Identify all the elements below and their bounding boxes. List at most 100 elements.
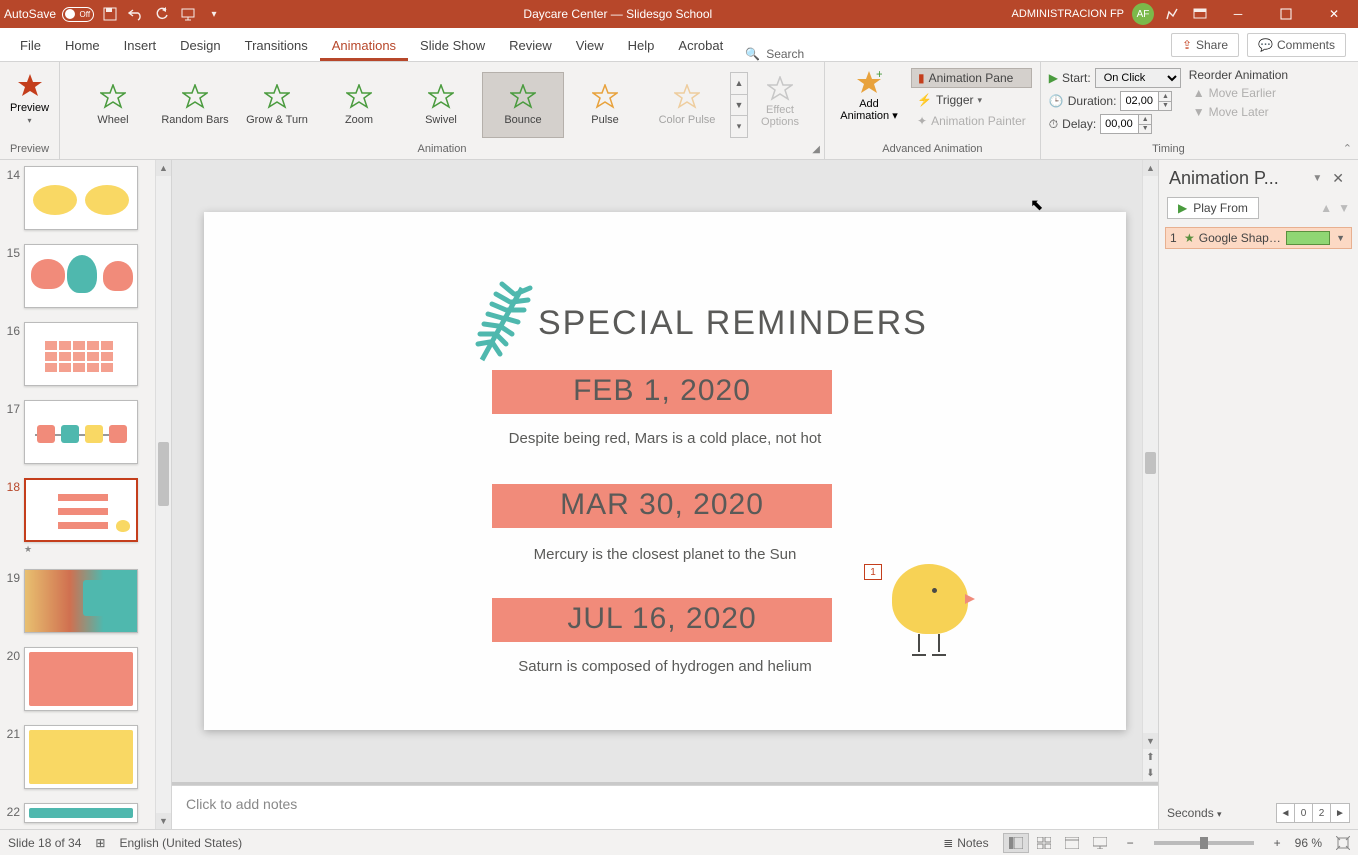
prev-slide-icon[interactable]: ⬆ bbox=[1143, 749, 1158, 765]
timeline-pager[interactable]: ◄ 0 2 ► bbox=[1276, 803, 1350, 823]
anim-grow-turn[interactable]: Grow & Turn bbox=[236, 72, 318, 138]
save-icon[interactable] bbox=[100, 4, 120, 24]
delay-input[interactable] bbox=[1100, 114, 1138, 134]
thumbnail-scrollbar[interactable]: ▲▼ bbox=[155, 160, 171, 829]
slide-title: SPECIAL REMINDERS bbox=[538, 304, 928, 343]
menu-animations[interactable]: Animations bbox=[320, 32, 408, 61]
zoom-in-button[interactable]: + bbox=[1274, 836, 1281, 850]
language-indicator[interactable]: English (United States) bbox=[119, 836, 242, 850]
reading-view-button[interactable] bbox=[1059, 833, 1085, 853]
pane-menu-icon[interactable]: ▼ bbox=[1312, 173, 1322, 184]
scroll-down-icon[interactable]: ▼ bbox=[156, 813, 171, 829]
zoom-level[interactable]: 96 % bbox=[1295, 836, 1322, 850]
menu-transitions[interactable]: Transitions bbox=[233, 32, 320, 61]
anim-indicator-icon: ★ bbox=[24, 544, 138, 555]
coming-soon-icon[interactable] bbox=[1162, 4, 1182, 24]
preview-button[interactable]: Preview ▾ bbox=[10, 66, 49, 125]
qat-more-icon[interactable]: ▾ bbox=[204, 4, 224, 24]
duration-icon: 🕒 bbox=[1049, 94, 1064, 108]
duration-input[interactable] bbox=[1120, 91, 1158, 111]
accessibility-icon[interactable]: ⊞ bbox=[95, 836, 105, 850]
scroll-up-icon[interactable]: ▲ bbox=[156, 160, 171, 176]
menu-file[interactable]: File bbox=[8, 32, 53, 61]
thumb-21[interactable] bbox=[24, 725, 138, 789]
search-box[interactable]: 🔍 Search bbox=[735, 47, 814, 61]
normal-view-icon bbox=[1009, 837, 1023, 849]
maximize-button[interactable] bbox=[1266, 3, 1306, 25]
duration-stepper[interactable]: ▲▼ bbox=[1158, 91, 1172, 111]
thumb-22[interactable] bbox=[24, 803, 138, 823]
anim-bounce[interactable]: Bounce bbox=[482, 72, 564, 138]
preview-icon bbox=[16, 72, 44, 100]
user-avatar[interactable]: AF bbox=[1132, 3, 1154, 25]
collapse-ribbon-button[interactable]: ⌃ bbox=[1343, 142, 1352, 155]
slideshow-view-button[interactable] bbox=[1087, 833, 1113, 853]
thumb-20[interactable] bbox=[24, 647, 138, 711]
notes-area[interactable]: Click to add notes bbox=[172, 785, 1158, 829]
pager-prev-icon[interactable]: ◄ bbox=[1277, 804, 1295, 822]
chick-shape[interactable] bbox=[892, 564, 968, 634]
gallery-scroll[interactable]: ▲▼▾ bbox=[730, 72, 748, 138]
animation-pane-button[interactable]: ▮Animation Pane bbox=[911, 68, 1032, 88]
gallery-more-icon[interactable]: ▾ bbox=[731, 116, 747, 137]
share-button[interactable]: ⇪Share bbox=[1171, 33, 1239, 57]
start-select[interactable]: On Click bbox=[1095, 68, 1181, 88]
sorter-view-button[interactable] bbox=[1031, 833, 1057, 853]
thumb-15[interactable] bbox=[24, 244, 138, 308]
menu-design[interactable]: Design bbox=[168, 32, 232, 61]
pane-close-button[interactable]: ✕ bbox=[1328, 170, 1348, 187]
undo-icon[interactable] bbox=[126, 4, 146, 24]
thumb-17[interactable] bbox=[24, 400, 138, 464]
animation-tag[interactable]: 1 bbox=[864, 564, 882, 580]
scroll-down-icon[interactable]: ▼ bbox=[1143, 733, 1158, 749]
gallery-up-icon[interactable]: ▲ bbox=[731, 73, 747, 95]
menu-acrobat[interactable]: Acrobat bbox=[666, 32, 735, 61]
animation-painter-button: ✦Animation Painter bbox=[911, 112, 1032, 130]
anim-zoom[interactable]: Zoom bbox=[318, 72, 400, 138]
scroll-up-icon[interactable]: ▲ bbox=[1143, 160, 1158, 176]
group-label-advanced: Advanced Animation bbox=[882, 141, 982, 157]
seconds-label[interactable]: Seconds ▾ bbox=[1167, 806, 1272, 820]
autosave-toggle[interactable]: AutoSave Off bbox=[4, 7, 94, 22]
thumb-16[interactable] bbox=[24, 322, 138, 386]
menu-review[interactable]: Review bbox=[497, 32, 564, 61]
add-animation-button[interactable]: + AddAnimation ▾ bbox=[833, 66, 905, 130]
animation-dialog-launcher[interactable]: ◢ bbox=[812, 144, 820, 155]
gallery-down-icon[interactable]: ▼ bbox=[731, 95, 747, 117]
notes-button[interactable]: ≣Notes bbox=[943, 836, 988, 850]
present-icon[interactable] bbox=[178, 4, 198, 24]
menu-slideshow[interactable]: Slide Show bbox=[408, 32, 497, 61]
next-slide-icon[interactable]: ⬇ bbox=[1143, 765, 1158, 781]
menu-view[interactable]: View bbox=[564, 32, 616, 61]
entry-dropdown-icon[interactable]: ▼ bbox=[1334, 233, 1347, 243]
comments-button[interactable]: 💬Comments bbox=[1247, 33, 1346, 57]
thumb-14[interactable] bbox=[24, 166, 138, 230]
delay-stepper[interactable]: ▲▼ bbox=[1138, 114, 1152, 134]
zoom-slider[interactable] bbox=[1154, 841, 1254, 845]
slide-indicator[interactable]: Slide 18 of 34 bbox=[8, 836, 81, 850]
menu-home[interactable]: Home bbox=[53, 32, 112, 61]
play-from-button[interactable]: ▶Play From bbox=[1167, 197, 1259, 219]
thumb-19[interactable] bbox=[24, 569, 138, 633]
ribbon-display-icon[interactable] bbox=[1190, 4, 1210, 24]
anim-wheel[interactable]: Wheel bbox=[72, 72, 154, 138]
menu-help[interactable]: Help bbox=[616, 32, 667, 61]
edit-scrollbar[interactable]: ▲ ⬆⬇ ▼ bbox=[1142, 160, 1158, 781]
thumb-18[interactable] bbox=[24, 478, 138, 542]
down-arrow-icon: ▼ bbox=[1193, 105, 1205, 119]
slide-canvas[interactable]: SPECIAL REMINDERS FEB 1, 2020 Despite be… bbox=[204, 212, 1126, 730]
menu-insert[interactable]: Insert bbox=[112, 32, 169, 61]
redo-icon[interactable] bbox=[152, 4, 172, 24]
minimize-button[interactable]: ─ bbox=[1218, 3, 1258, 25]
trigger-button[interactable]: ⚡Trigger▾ bbox=[911, 91, 1032, 109]
pager-next-icon[interactable]: ► bbox=[1331, 804, 1349, 822]
anim-swivel[interactable]: Swivel bbox=[400, 72, 482, 138]
anim-color-pulse[interactable]: Color Pulse bbox=[646, 72, 728, 138]
fit-to-window-button[interactable] bbox=[1336, 836, 1350, 850]
anim-pulse[interactable]: Pulse bbox=[564, 72, 646, 138]
normal-view-button[interactable] bbox=[1003, 833, 1029, 853]
animation-entry[interactable]: 1 ★ Google Shape... ▼ bbox=[1165, 227, 1352, 249]
zoom-out-button[interactable]: − bbox=[1127, 836, 1134, 850]
close-button[interactable]: ✕ bbox=[1314, 3, 1354, 25]
anim-random-bars[interactable]: Random Bars bbox=[154, 72, 236, 138]
